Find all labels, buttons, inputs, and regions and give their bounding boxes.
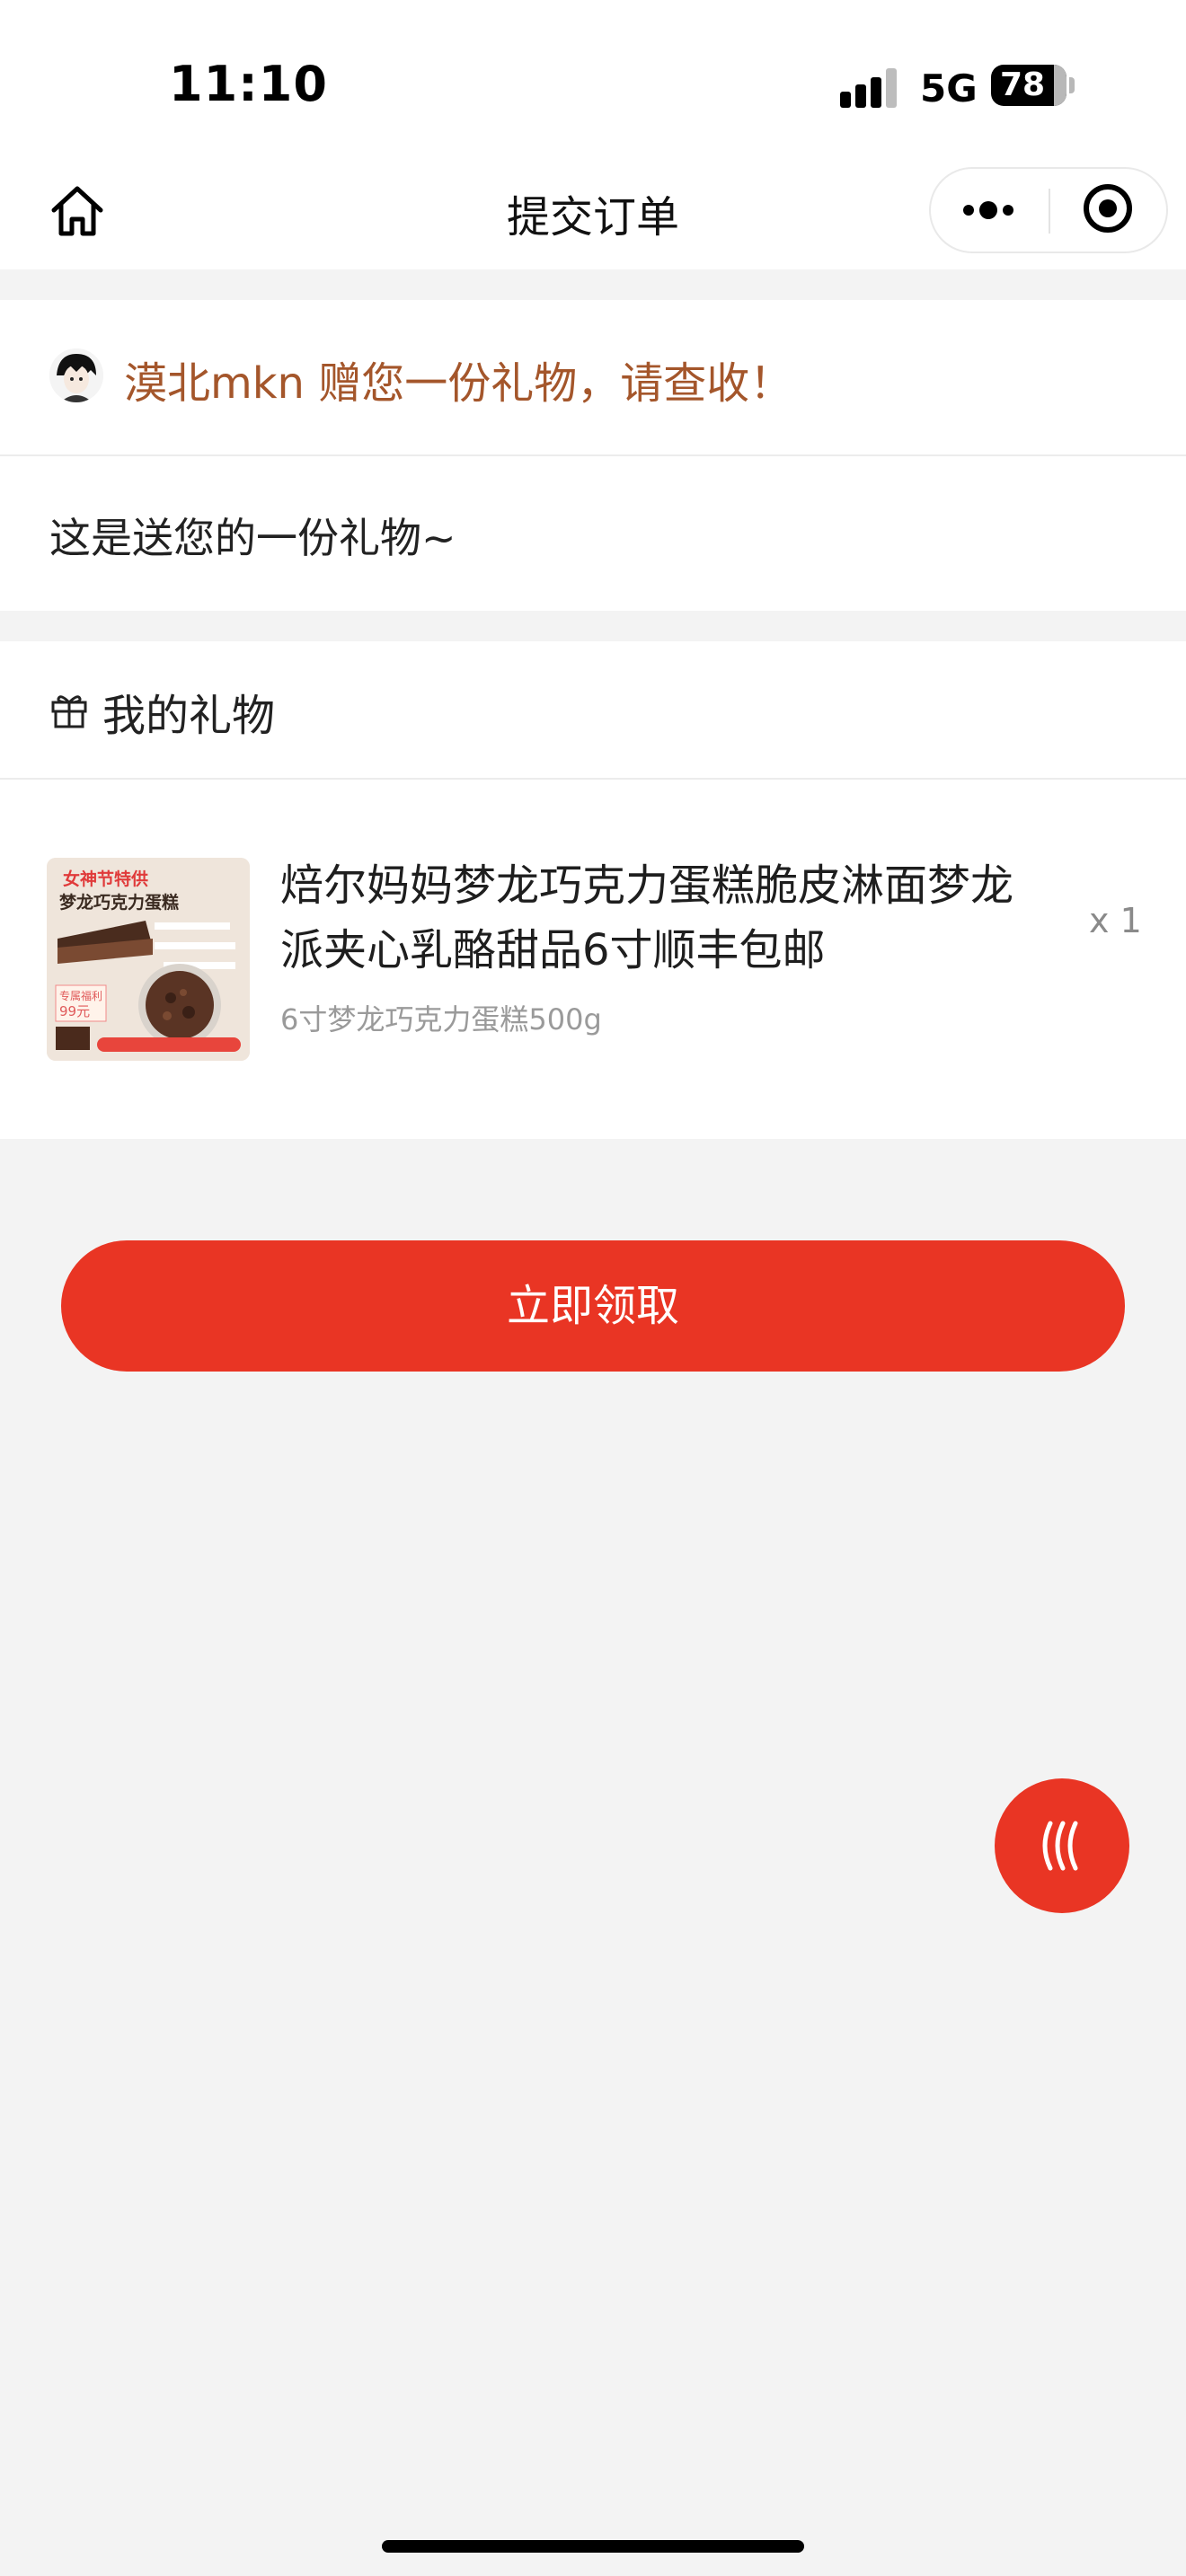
more-icon[interactable]	[960, 192, 1017, 228]
gift-icon	[51, 695, 87, 728]
product-spec: 6寸梦龙巧克力蛋糕500g	[280, 1002, 602, 1037]
battery-icon: 78	[991, 65, 1067, 106]
gift-message: 这是送您的一份礼物~	[49, 514, 456, 562]
status-time: 11:10	[169, 56, 328, 112]
wave-icon	[1042, 1821, 1078, 1871]
home-indicator	[382, 2540, 804, 2553]
product-title[interactable]: 焙尔妈妈梦龙巧克力蛋糕脆皮淋面梦龙派夹心乳酪甜品6寸顺丰包邮	[280, 853, 1017, 983]
product-image: 女神节特供 梦龙巧克力蛋糕 专属福利 99元	[47, 858, 250, 1061]
gift-sender-text: 漠北mkn 赠您一份礼物，请查收！	[124, 358, 793, 409]
image-price-tag: 专属福利	[59, 989, 102, 1002]
image-headline: 女神节特供	[63, 869, 148, 889]
battery-level: 78	[999, 66, 1046, 103]
signal-icon	[840, 68, 899, 108]
floating-button[interactable]	[995, 1778, 1129, 1913]
network-type: 5G	[920, 66, 978, 110]
claim-button[interactable]: 立即领取	[61, 1240, 1125, 1372]
target-icon[interactable]	[1084, 184, 1132, 233]
avatar	[49, 348, 103, 402]
image-subhead: 梦龙巧克力蛋糕	[59, 892, 179, 913]
image-price: 99元	[59, 1003, 90, 1019]
product-quantity: x 1	[1089, 901, 1142, 940]
battery-cap	[1069, 77, 1075, 93]
my-gifts-label: 我的礼物	[102, 691, 276, 741]
